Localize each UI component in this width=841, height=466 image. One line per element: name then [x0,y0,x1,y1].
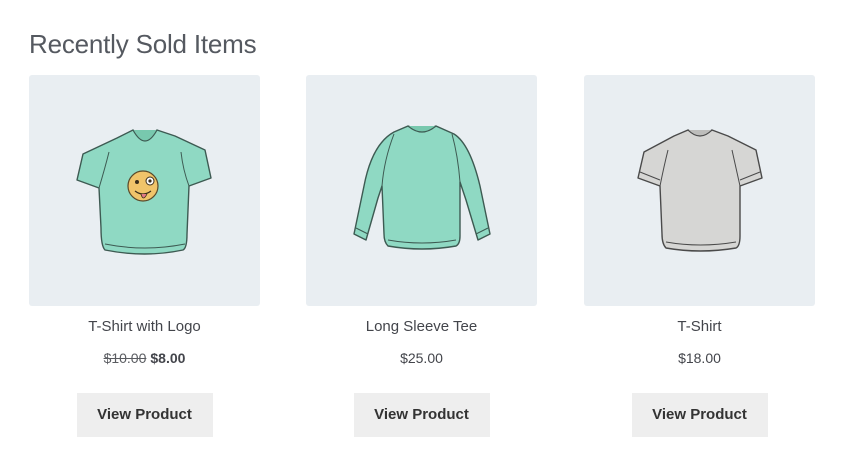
product-card: Long Sleeve Tee $25.00 View Product [306,75,537,437]
product-card: T-Shirt with Logo $10.00 $8.00 View Produ… [29,75,260,437]
view-product-button[interactable]: View Product [631,393,768,437]
section-title: Recently Sold Items [29,29,257,59]
product-name[interactable]: T-Shirt [584,317,815,337]
view-product-button[interactable]: View Product [353,393,490,437]
view-product-button[interactable]: View Product [76,393,213,437]
sale-price: $8.00 [150,350,186,366]
product-price: $18.00 [678,350,721,366]
product-card: T-Shirt $18.00 View Product [584,75,815,437]
product-image-link[interactable] [306,75,537,306]
regular-price: $10.00 [103,350,147,366]
tshirt-icon [636,128,763,252]
tshirt-with-logo-icon [75,128,212,255]
product-price: $10.00 $8.00 [29,348,260,368]
product-name[interactable]: Long Sleeve Tee [306,317,537,337]
product-image-link[interactable] [584,75,815,306]
product-image-link[interactable] [29,75,260,306]
long-sleeve-tee-icon [352,124,491,250]
product-name[interactable]: T-Shirt with Logo [29,317,260,337]
product-price: $25.00 [400,350,443,366]
